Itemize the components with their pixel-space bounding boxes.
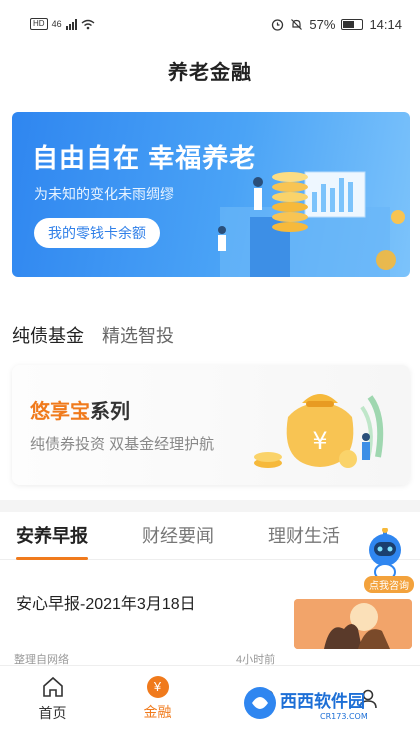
tab-finance-news[interactable]: 财经要闻 bbox=[142, 512, 214, 560]
watermark-logo: 西西软件园 CR173.COM bbox=[244, 687, 368, 721]
mute-icon bbox=[291, 18, 303, 30]
finance-illustration bbox=[218, 171, 405, 277]
consult-button[interactable]: 点我咨询 bbox=[364, 576, 414, 593]
clock: 14:14 bbox=[369, 16, 402, 32]
watermark-text: 西西软件园 bbox=[280, 691, 365, 712]
battery-icon bbox=[341, 18, 364, 30]
page-title: 养老金融 bbox=[168, 62, 252, 84]
home-icon bbox=[42, 676, 63, 697]
tab-wealth-life[interactable]: 理财生活 bbox=[268, 512, 340, 560]
nav-home[interactable]: 首页 bbox=[0, 666, 105, 731]
signal-icon bbox=[65, 18, 77, 30]
alarm-icon bbox=[272, 18, 284, 31]
product-series: 系列 bbox=[90, 401, 130, 423]
news-title[interactable]: 安心早报-2021年3月18日 bbox=[16, 590, 196, 614]
promo-banner[interactable]: 自由自在 幸福养老 为未知的变化未雨绸缪 我的零钱卡余额 bbox=[12, 112, 410, 277]
tab-morning-report[interactable]: 安养早报 bbox=[16, 512, 88, 560]
battery-percent: 57% bbox=[309, 16, 336, 32]
status-right: 57% 14:14 bbox=[271, 17, 402, 32]
nav-home-label: 首页 bbox=[38, 704, 67, 721]
news-tabs: 安养早报 财经要闻 理财生活 bbox=[0, 512, 420, 560]
status-bar: HD 46 57% 14:14 bbox=[0, 0, 420, 48]
signal-label: 46 bbox=[51, 19, 62, 29]
product-brand: 悠享宝 bbox=[30, 401, 90, 423]
section-divider bbox=[0, 500, 420, 512]
status-left: HD 46 bbox=[30, 18, 95, 30]
banner-subtitle: 为未知的变化未雨绸缪 bbox=[34, 186, 174, 202]
product-card[interactable]: 悠享宝系列 纯债券投资 双基金经理护航 ¥ bbox=[12, 365, 410, 485]
product-title: 悠享宝系列 bbox=[30, 395, 130, 424]
fund-tabs: 纯债基金 精选智投 bbox=[12, 322, 174, 348]
balance-button[interactable]: 我的零钱卡余额 bbox=[34, 218, 160, 248]
coin-symbol: ¥ bbox=[312, 427, 327, 455]
tab-smart-invest[interactable]: 精选智投 bbox=[102, 322, 174, 348]
nav-finance-label: 金融 bbox=[143, 703, 172, 720]
watermark-sub: CR173.COM bbox=[320, 712, 368, 721]
wifi-icon bbox=[81, 19, 95, 29]
money-bag-illustration: ¥ bbox=[254, 394, 384, 468]
network-badge: HD bbox=[30, 18, 48, 30]
news-thumbnail[interactable] bbox=[294, 599, 412, 649]
tab-bond-fund[interactable]: 纯债基金 bbox=[12, 322, 84, 348]
yuan-icon: ¥ bbox=[146, 675, 169, 698]
nav-finance[interactable]: ¥ 金融 bbox=[105, 666, 210, 731]
product-subtitle: 纯债券投资 双基金经理护航 bbox=[30, 436, 215, 453]
